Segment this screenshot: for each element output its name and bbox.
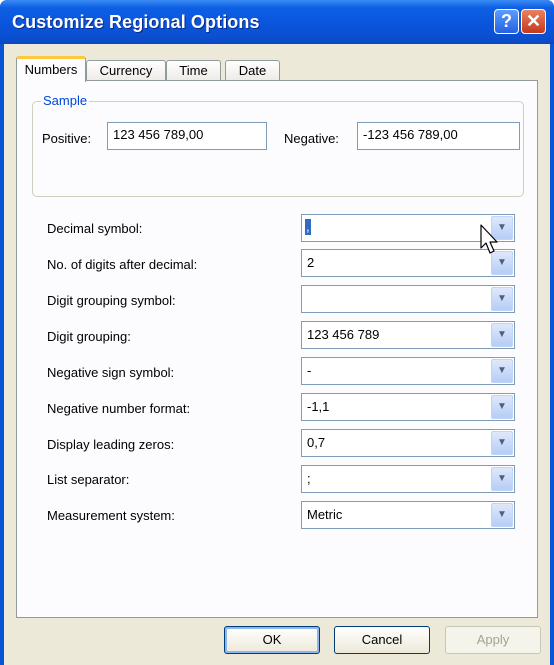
decimal-symbol-label: Decimal symbol:	[47, 221, 143, 236]
measurement-system-value: Metric	[307, 507, 343, 522]
apply-button[interactable]: Apply	[445, 626, 541, 654]
sample-group: Sample Positive: 123 456 789,00 Negative…	[32, 93, 524, 197]
negative-sample-field: -123 456 789,00	[357, 122, 520, 150]
digits-after-decimal-label: No. of digits after decimal:	[47, 257, 198, 272]
decimal-symbol-value: ,	[305, 219, 311, 235]
title-bar[interactable]: Customize Regional Options ? ✕	[0, 0, 554, 44]
numbers-tab-panel: Sample Positive: 123 456 789,00 Negative…	[16, 80, 538, 618]
help-button[interactable]: ?	[494, 9, 519, 34]
tab-date[interactable]: Date	[225, 60, 280, 81]
measurement-system-select[interactable]: Metric ▼	[301, 501, 515, 529]
chevron-down-icon[interactable]: ▼	[491, 287, 513, 311]
negative-number-format-value: -1,1	[307, 399, 330, 414]
tab-currency[interactable]: Currency	[86, 60, 166, 81]
tab-time[interactable]: Time	[166, 60, 221, 81]
chevron-down-icon[interactable]: ▼	[491, 467, 513, 491]
ok-button[interactable]: OK	[224, 626, 320, 654]
list-separator-select[interactable]: ; ▼	[301, 465, 515, 493]
chevron-down-icon[interactable]: ▼	[491, 395, 513, 419]
close-button[interactable]: ✕	[521, 9, 546, 34]
measurement-system-label: Measurement system:	[47, 508, 175, 523]
negative-label: Negative:	[284, 131, 339, 146]
digit-grouping-select[interactable]: 123 456 789 ▼	[301, 321, 515, 349]
mouse-cursor-icon	[480, 224, 498, 254]
negative-sign-symbol-label: Negative sign symbol:	[47, 365, 175, 380]
chevron-down-icon[interactable]: ▼	[491, 323, 513, 347]
list-separator-value: ;	[307, 471, 311, 486]
positive-label: Positive:	[42, 131, 92, 146]
chevron-down-icon[interactable]: ▼	[491, 503, 513, 527]
chevron-down-icon[interactable]: ▼	[491, 431, 513, 455]
window-title: Customize Regional Options	[12, 12, 260, 32]
display-leading-zeros-value: 0,7	[307, 435, 326, 450]
chevron-down-icon[interactable]: ▼	[491, 359, 513, 383]
negative-sign-symbol-value: -	[307, 363, 312, 378]
display-leading-zeros-label: Display leading zeros:	[47, 437, 175, 452]
dialog-client-area: Numbers Currency Time Date Sample Positi…	[4, 44, 550, 665]
display-leading-zeros-select[interactable]: 0,7 ▼	[301, 429, 515, 457]
list-separator-label: List separator:	[47, 472, 130, 487]
negative-number-format-select[interactable]: -1,1 ▼	[301, 393, 515, 421]
tab-numbers[interactable]: Numbers	[16, 56, 86, 82]
digit-grouping-symbol-label: Digit grouping symbol:	[47, 293, 176, 308]
digit-grouping-symbol-select[interactable]: ▼	[301, 285, 515, 313]
sample-group-label: Sample	[41, 93, 90, 108]
negative-sign-symbol-select[interactable]: - ▼	[301, 357, 515, 385]
cancel-button[interactable]: Cancel	[334, 626, 430, 654]
digit-grouping-value: 123 456 789	[307, 327, 380, 342]
digits-after-decimal-value: 2	[307, 255, 315, 270]
negative-number-format-label: Negative number format:	[47, 401, 191, 416]
positive-sample-field: 123 456 789,00	[107, 122, 267, 150]
dialog-window: Customize Regional Options ? ✕ Numbers C…	[0, 0, 554, 665]
digit-grouping-label: Digit grouping:	[47, 329, 131, 344]
